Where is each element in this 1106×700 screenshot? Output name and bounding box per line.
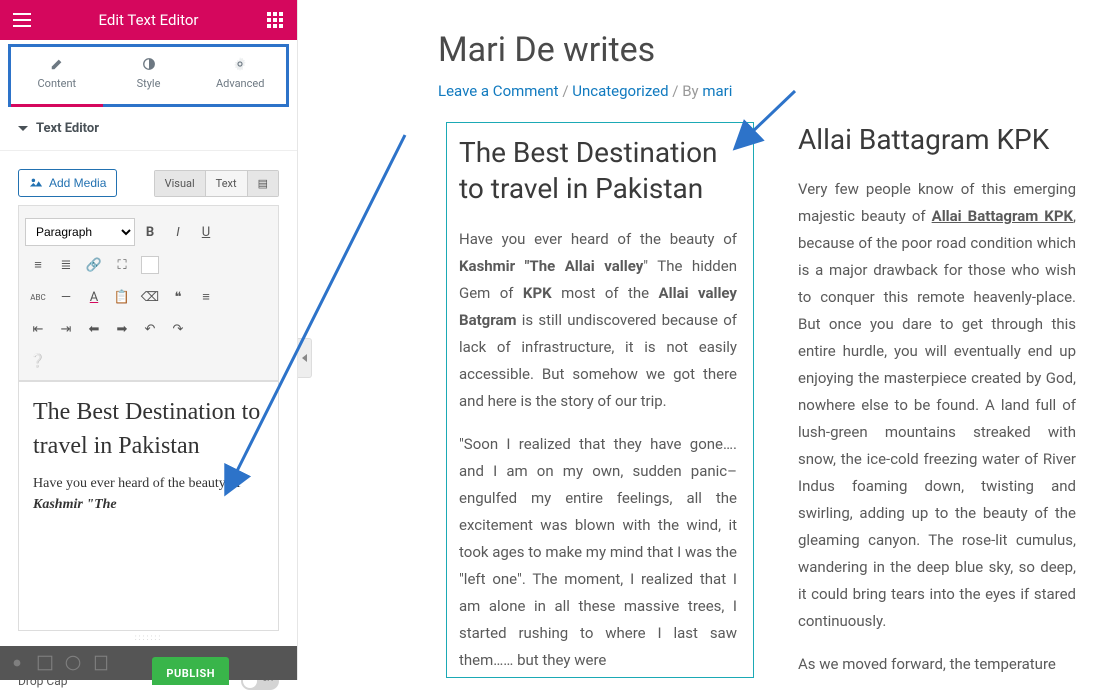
gear-icon xyxy=(233,57,247,71)
quote-button[interactable]: ❝ xyxy=(165,284,191,310)
post-meta: Leave a Comment / Uncategorized / By mar… xyxy=(438,82,1076,100)
strike-button[interactable]: ABC xyxy=(25,284,51,310)
column-right: Allai Battagram KPK Very few people know… xyxy=(798,122,1076,678)
author-link[interactable]: mari xyxy=(702,82,732,100)
history-icon[interactable] xyxy=(64,654,82,672)
post-title: Mari De writes xyxy=(438,30,1076,70)
panel-collapse-handle[interactable] xyxy=(298,338,312,378)
publish-button[interactable]: PUBLISH xyxy=(152,657,229,685)
left-heading: The Best Destination to travel in Pakist… xyxy=(459,135,737,208)
tab-style[interactable]: Style xyxy=(103,47,195,104)
view-tab-text[interactable]: Text xyxy=(206,171,248,196)
panel-title: Edit Text Editor xyxy=(99,11,199,29)
apps-grid-icon[interactable] xyxy=(263,8,287,32)
add-media-button[interactable]: Add Media xyxy=(18,169,117,197)
leave-comment-link[interactable]: Leave a Comment xyxy=(438,82,559,100)
settings-icon[interactable] xyxy=(8,654,26,672)
tab-content[interactable]: Content xyxy=(11,47,103,104)
editor-footer: PUBLISH xyxy=(0,646,297,680)
indent-right-button[interactable]: ⇥ xyxy=(53,316,79,342)
column-left[interactable]: The Best Destination to travel in Pakist… xyxy=(446,122,754,678)
tab-label: Style xyxy=(137,77,161,90)
section-header[interactable]: Text Editor xyxy=(0,107,297,151)
text-editor-content[interactable]: The Best Destination to travel in Pakist… xyxy=(18,381,279,631)
list-ol-button[interactable]: ≣ xyxy=(53,252,79,278)
tab-label: Content xyxy=(38,77,77,90)
category-link[interactable]: Uncategorized xyxy=(572,82,668,100)
editor-view-tabs: Visual Text ▤ xyxy=(154,170,279,197)
left-paragraph-1: Have you ever heard of the beauty of Kas… xyxy=(459,226,737,415)
format-select[interactable]: Paragraph xyxy=(25,218,135,246)
add-media-label: Add Media xyxy=(49,176,106,190)
indent-button[interactable]: ➡ xyxy=(109,316,135,342)
responsive-icon[interactable] xyxy=(92,654,110,672)
italic-button[interactable]: I xyxy=(165,219,191,245)
left-paragraph-2: "Soon I realized that they have gone…. a… xyxy=(459,431,737,674)
structure-icon[interactable] xyxy=(36,654,54,672)
list-ul-button[interactable]: ≡ xyxy=(25,252,51,278)
fullscreen-button[interactable]: ⛶ xyxy=(109,252,135,278)
color-button[interactable] xyxy=(137,252,163,278)
editor-tabs: Content Style Advanced xyxy=(8,44,289,107)
right-paragraph-2: As we moved forward, the temperature xyxy=(798,651,1076,678)
view-tab-distraction-icon[interactable]: ▤ xyxy=(248,171,278,196)
help-button[interactable]: ❔ xyxy=(25,348,51,374)
underline-button[interactable]: U xyxy=(193,219,219,245)
caret-down-icon xyxy=(18,126,28,131)
paste-button[interactable]: 📋 xyxy=(109,284,135,310)
content-heading: The Best Destination to travel in Pakist… xyxy=(33,396,264,463)
page-preview: Mari De writes Leave a Comment / Uncateg… xyxy=(438,0,1106,680)
hr-button[interactable]: — xyxy=(53,284,79,310)
text-color-button[interactable]: A xyxy=(81,284,107,310)
bold-button[interactable]: B xyxy=(137,219,163,245)
view-tab-visual[interactable]: Visual xyxy=(155,171,206,196)
eraser-button[interactable]: ⌫ xyxy=(137,284,163,310)
content-body: Have you ever heard of the beauty of Kas… xyxy=(33,473,264,515)
menu-hamburger-icon[interactable] xyxy=(10,8,34,32)
format-toolbar: Paragraph B I U ≡ ≣ 🔗 ⛶ ABC — A 📋 ⌫ ❝ ≡ xyxy=(18,205,279,381)
align-button[interactable]: ≡ xyxy=(193,284,219,310)
undo-button[interactable]: ↶ xyxy=(137,316,163,342)
tab-label: Advanced xyxy=(216,77,264,90)
link-button[interactable]: 🔗 xyxy=(81,252,107,278)
indent-left-button[interactable]: ⇤ xyxy=(25,316,51,342)
pencil-icon xyxy=(50,57,64,71)
right-paragraph-1: Very few people know of this emerging ma… xyxy=(798,176,1076,635)
resize-handle[interactable]: ::::::: xyxy=(18,631,279,644)
right-heading: Allai Battagram KPK xyxy=(798,122,1076,158)
contrast-icon xyxy=(142,57,156,71)
section-label: Text Editor xyxy=(36,121,99,136)
media-icon xyxy=(29,176,43,190)
tab-advanced[interactable]: Advanced xyxy=(194,47,286,104)
outdent-button[interactable]: ⬅ xyxy=(81,316,107,342)
redo-button[interactable]: ↷ xyxy=(165,316,191,342)
